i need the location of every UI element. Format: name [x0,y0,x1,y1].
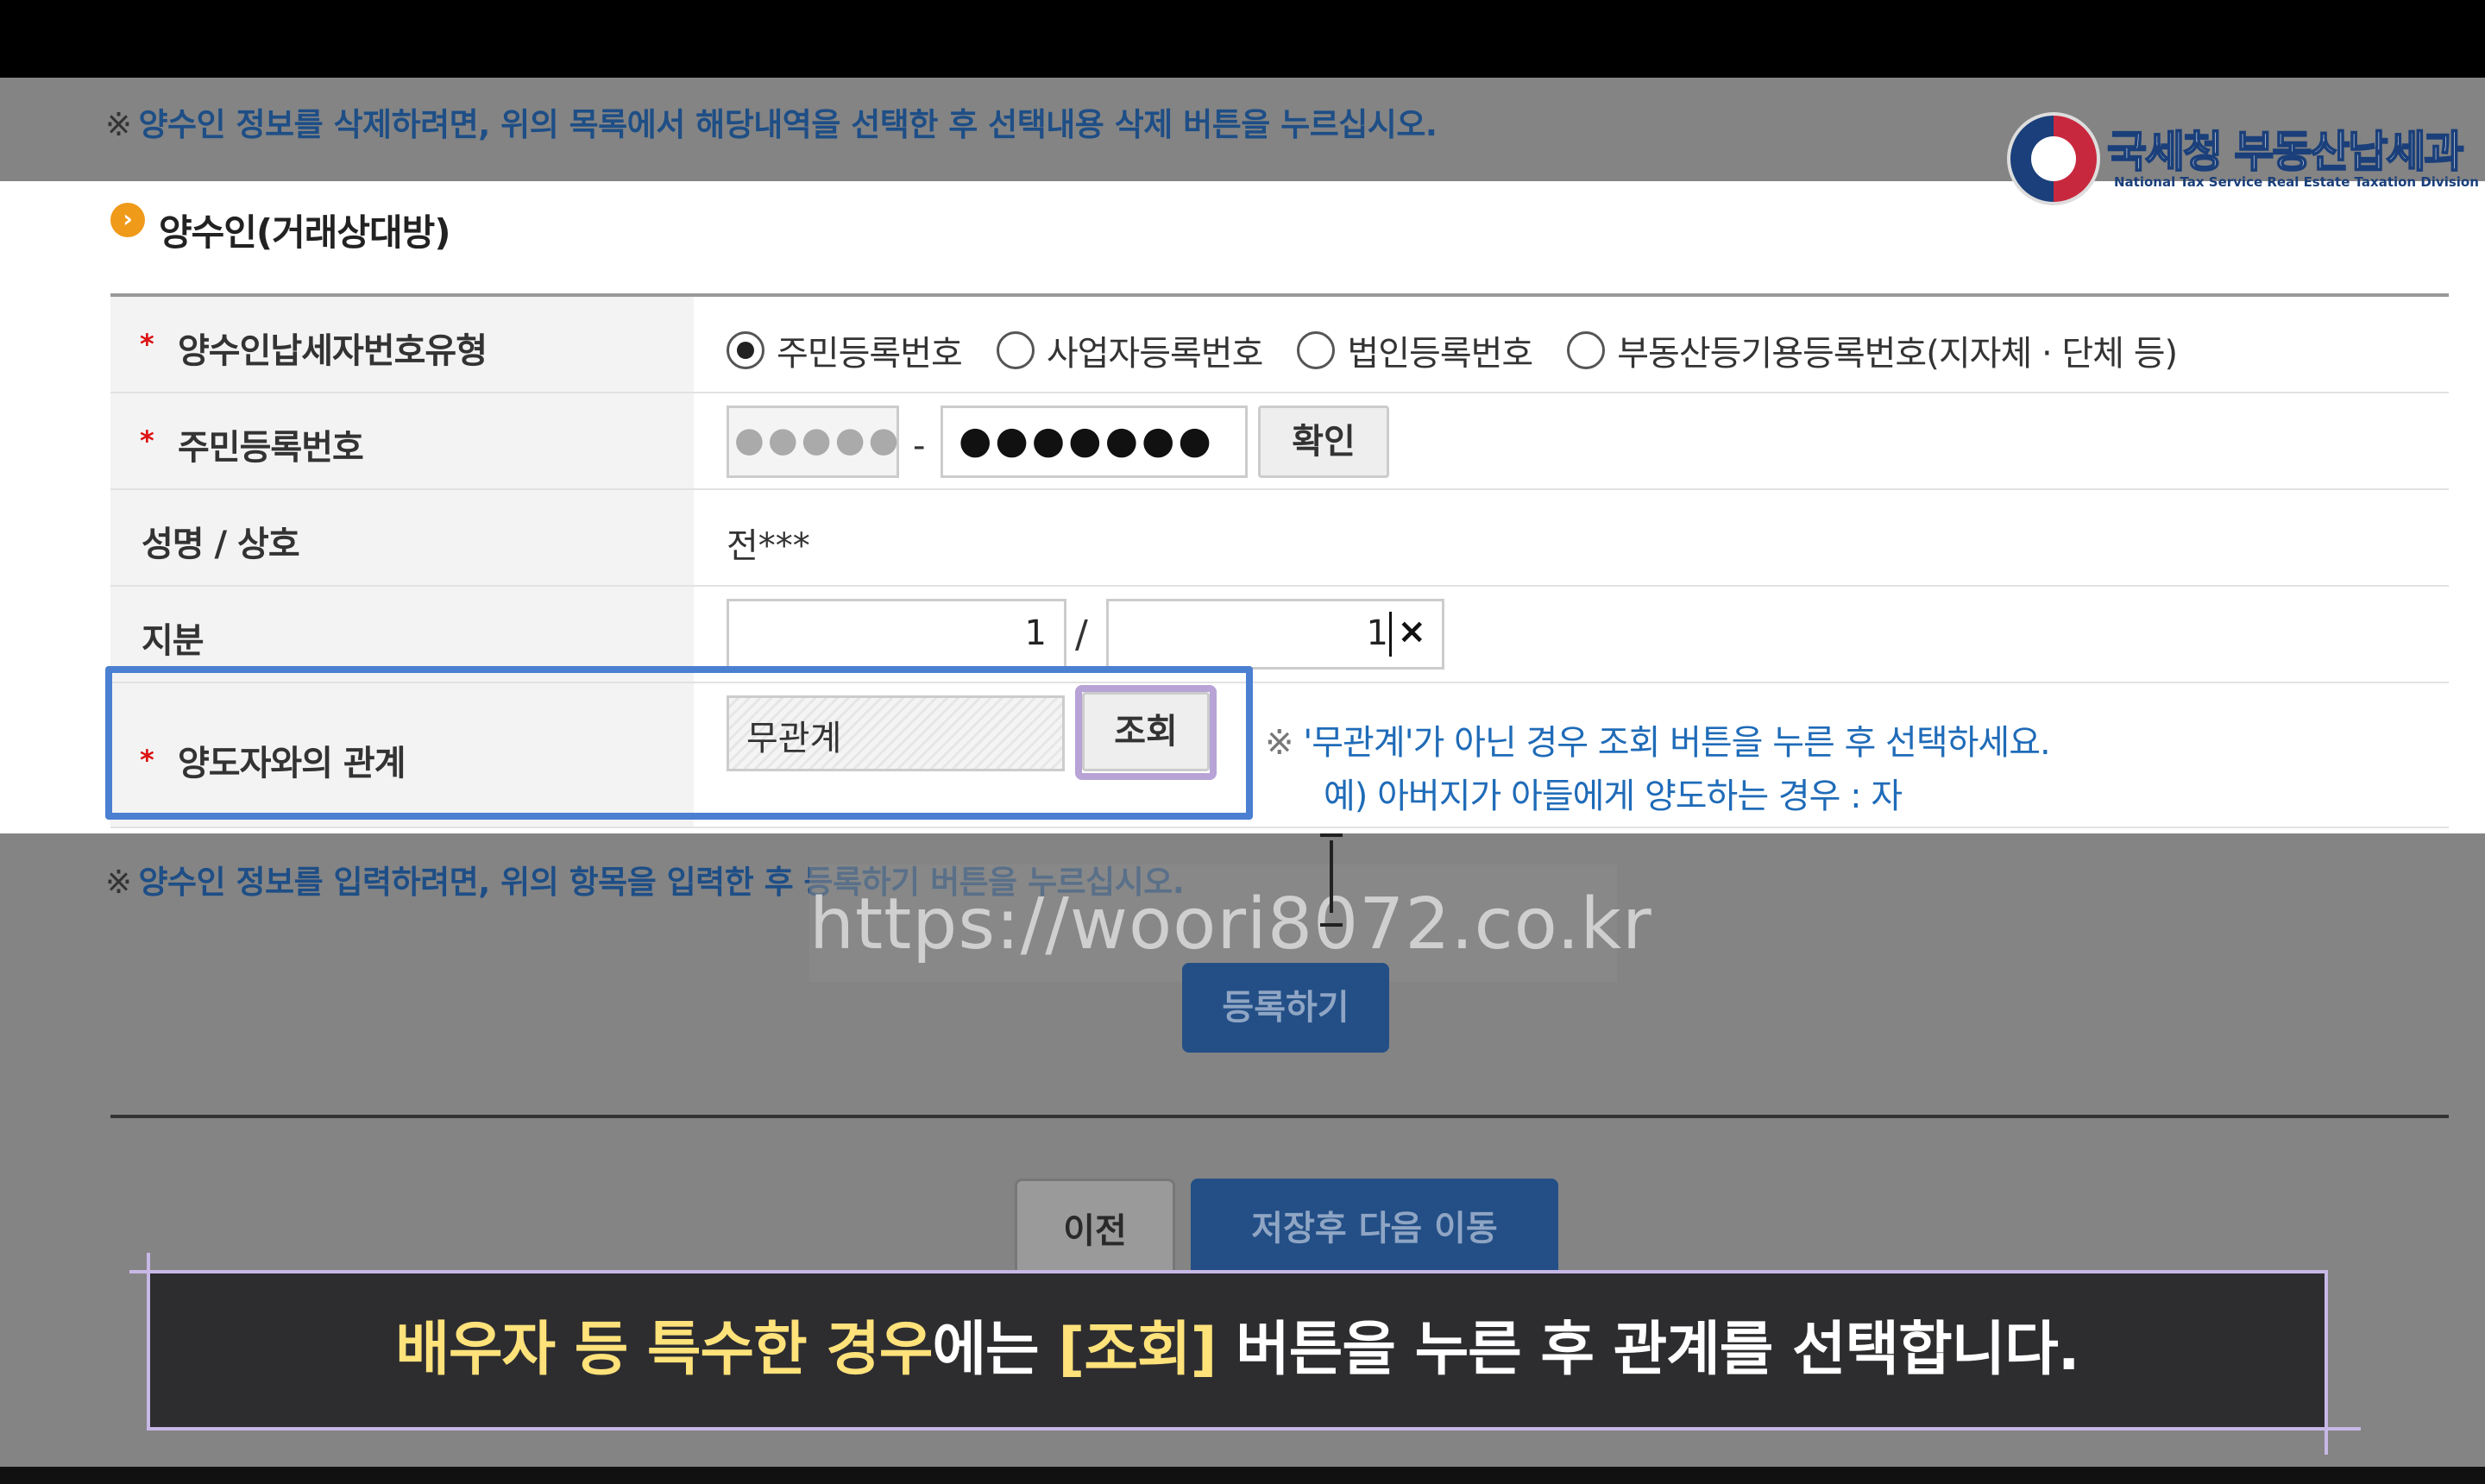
radio-real-estate-number[interactable]: 부동산등기용등록번호(지자체 · 단체 등) [1567,325,2178,375]
section-divider [110,1115,2449,1118]
required-mark: * [140,424,154,457]
resident-number-second-input[interactable]: ●●●●●●● [941,406,1248,478]
share-slash: / [1075,613,1088,657]
delete-notice-text: 양수인 정보를 삭제하려면, 위의 목록에서 해당내역을 선택한 후 선택내용 … [138,106,1438,143]
radio-business-number[interactable]: 사업자등록번호 [996,325,1264,375]
share-denominator-input[interactable]: 1 × [1106,599,1444,670]
subtitle-caption: 배우자 등 특수한 경우에는 [조회] 버튼을 누른 후 관계를 선택합니다. [147,1270,2328,1431]
name-label: 성명 / 상호 [142,525,300,564]
resident-number-label: 주민등록번호 [178,428,364,468]
name-value: 전*** [727,526,810,566]
section-bullet-icon: › [110,203,145,237]
hint-mark: ※ [1265,723,1294,763]
text-caret [1389,612,1392,657]
logo-title: 국세청 부동산납세과 [2106,126,2464,178]
taxpayer-type-radio-group: 주민등록번호 사업자등록번호 법인등록번호 부동산등기용등록번호(지자체 · 단… [727,324,2178,376]
radio-unchecked-icon[interactable] [996,331,1035,369]
text-cursor-icon [1320,833,1343,927]
subtitle-highlight: [조회] [1058,1316,1217,1384]
resident-number-separator: - [913,426,926,466]
relationship-hint-line2: 예) 아버지가 아들에게 양도하는 경우 : 자 [1324,777,1903,816]
subtitle-text: 에는 [932,1316,1059,1384]
save-next-button[interactable]: 저장후 다음 이동 [1191,1179,1558,1279]
frame-bottom-edge [0,1467,2485,1484]
row-divider [110,585,2449,587]
confirm-button[interactable]: 확인 [1258,406,1389,478]
required-mark: * [140,328,154,361]
row-divider [110,392,2449,393]
radio-unchecked-icon[interactable] [1297,331,1336,369]
lookup-button-highlight [1075,685,1217,780]
subtitle-text: 버튼을 누른 후 관계를 선택합니다. [1216,1316,2079,1384]
register-button[interactable]: 등록하기 [1182,963,1389,1053]
masked-value: ●●●●● [734,420,903,460]
radio-label: 사업자등록번호 [1046,334,1264,374]
taegeuk-emblem-icon [2007,112,2100,205]
radio-checked-icon[interactable] [727,331,764,369]
numerator-value: 1 [1024,613,1047,653]
taxpayer-type-label: 양수인납세자번호유형 [178,331,488,371]
notice-mark: ※ [105,864,132,901]
clear-icon[interactable]: × [1397,612,1426,651]
prev-button[interactable]: 이전 [1015,1179,1175,1279]
share-numerator-input[interactable]: 1 [727,599,1066,670]
radio-label: 주민등록번호 [777,334,963,374]
video-frame: ※ 양수인 정보를 삭제하려면, 위의 목록에서 해당내역을 선택한 후 선택내용… [0,0,2485,1484]
delete-notice: ※ 양수인 정보를 삭제하려면, 위의 목록에서 해당내역을 선택한 후 선택내용… [105,98,1438,145]
section-title: 양수인(거래상대방) [159,211,451,254]
row-divider [110,488,2449,490]
radio-label: 부동산등기용등록번호(지자체 · 단체 등) [1617,334,2178,374]
hint-text: '무관계'가 아닌 경우 조회 버튼을 누른 후 선택하세요. [1303,723,2051,763]
nts-logo: 국세청 부동산납세과 National Tax Service Real Est… [2007,110,2479,207]
radio-corporate-number[interactable]: 법인등록번호 [1297,325,1533,375]
radio-unchecked-icon[interactable] [1567,331,1606,369]
radio-resident-number[interactable]: 주민등록번호 [727,325,963,375]
watermark-url: https://woori8072.co.kr [809,883,1652,965]
relationship-hint-line1: ※ '무관계'가 아닌 경우 조회 버튼을 누른 후 선택하세요. [1265,714,2051,764]
subtitle-highlight: 배우자 등 특수한 경우 [395,1316,933,1384]
share-label: 지분 [142,621,204,661]
row-divider [110,827,2449,828]
notice-mark: ※ [105,106,132,143]
radio-label: 법인등록번호 [1347,334,1533,374]
logo-subtitle: National Tax Service Real Estate Taxatio… [2114,174,2479,190]
masked-value: ●●●●●●● [959,418,1215,462]
denominator-value: 1 [1366,613,1388,653]
resident-number-first-input[interactable]: ●●●●● [727,406,899,478]
